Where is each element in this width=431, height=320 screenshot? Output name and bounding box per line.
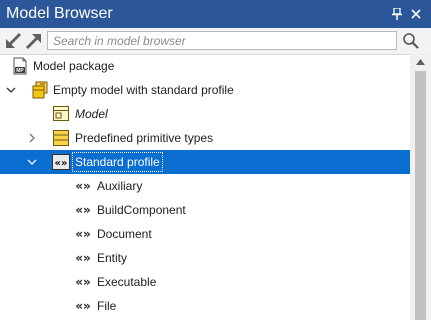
svg-text:«»: «» (75, 227, 91, 241)
tree-item-label: Standard profile (72, 152, 163, 172)
pin-icon[interactable] (389, 4, 405, 24)
tree-item-predefined-primitive-types[interactable]: Predefined primitive types (0, 126, 410, 150)
tree-item-label: Model (75, 107, 108, 121)
tree-item-stereotype[interactable]: «» Entity (0, 246, 410, 270)
model-folder-icon (31, 81, 49, 99)
search-box (47, 31, 397, 50)
svg-text:MP: MP (16, 68, 24, 74)
chevron-down-icon[interactable] (4, 82, 18, 98)
model-tree: MP Model package Empty model with standa… (0, 54, 410, 320)
svg-text:«»: «» (55, 158, 68, 169)
vertical-scrollbar[interactable] (410, 54, 431, 320)
svg-text:«»: «» (75, 251, 91, 265)
stereotype-icon: «» (73, 297, 91, 315)
scrollbar-thumb[interactable] (415, 71, 426, 320)
diagram-icon (52, 105, 70, 123)
tree-item-label: BuildComponent (97, 203, 186, 217)
svg-text:«»: «» (75, 275, 91, 289)
tree-item-model-diagram[interactable]: Model (0, 102, 410, 126)
mp-package-icon: MP (11, 57, 29, 75)
svg-text:«»: «» (75, 299, 91, 313)
tree-item-label: Model package (33, 59, 115, 73)
tree-item-label: Empty model with standard profile (53, 83, 234, 97)
stereotype-icon: «» (73, 225, 91, 243)
tree-item-label: Entity (97, 251, 128, 265)
close-icon[interactable] (408, 4, 424, 24)
tree-item-label: File (97, 299, 117, 313)
title-bar: Model Browser (0, 0, 431, 28)
tree-item-label: Executable (97, 275, 157, 289)
chevron-down-icon[interactable] (25, 154, 39, 170)
profile-icon: «» (52, 153, 70, 171)
chevron-right-icon[interactable] (25, 130, 39, 146)
magnifier-icon[interactable] (402, 32, 420, 50)
svg-text:«»: «» (75, 203, 91, 217)
stereotype-icon: «» (73, 273, 91, 291)
tree-item-stereotype[interactable]: «» Executable (0, 270, 410, 294)
tree-item-stereotype[interactable]: «» BuildComponent (0, 198, 410, 222)
tree-item-stereotype[interactable]: «» Document (0, 222, 410, 246)
tree-item-model-package[interactable]: MP Model package (0, 54, 410, 78)
tree-item-stereotype[interactable]: «» Auxiliary (0, 174, 410, 198)
stereotype-icon: «» (73, 249, 91, 267)
tree-item-label: Predefined primitive types (75, 131, 214, 145)
tree-item-stereotype[interactable]: «» File (0, 294, 410, 318)
package-icon (52, 129, 70, 147)
tree-item-label: Document (97, 227, 152, 241)
tree-item-label: Auxiliary (97, 179, 143, 193)
toolbar (0, 28, 431, 55)
stereotype-icon: «» (73, 177, 91, 195)
arrow-forward-icon[interactable] (24, 31, 44, 51)
arrow-back-icon[interactable] (4, 31, 24, 51)
stereotype-icon: «» (73, 201, 91, 219)
window-title: Model Browser (6, 5, 113, 22)
tree-item-empty-model[interactable]: Empty model with standard profile (0, 78, 410, 102)
scroll-up-icon[interactable] (410, 54, 431, 70)
search-input[interactable] (48, 32, 396, 49)
tree-item-standard-profile[interactable]: «» Standard profile (0, 150, 410, 174)
svg-text:«»: «» (75, 179, 91, 193)
